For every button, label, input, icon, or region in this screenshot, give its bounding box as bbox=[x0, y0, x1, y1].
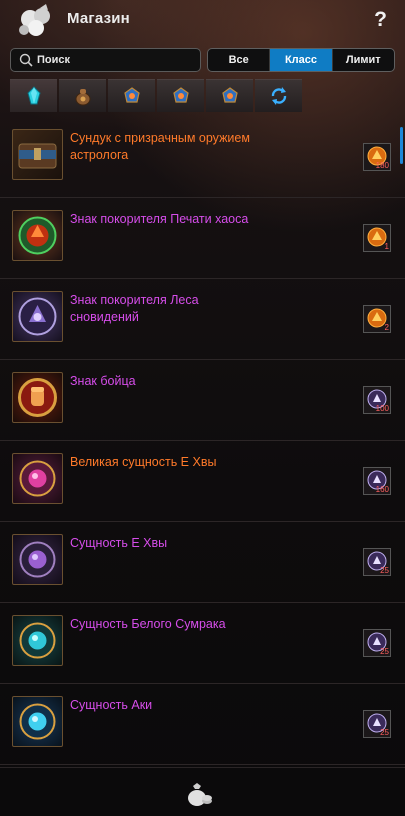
chest-icon bbox=[12, 129, 63, 180]
category-tab[interactable] bbox=[10, 79, 57, 112]
shop-logo-icon bbox=[19, 4, 50, 36]
item-list[interactable]: Сундук с призрачным оружием астролога 18… bbox=[0, 117, 405, 767]
scrollbar[interactable] bbox=[400, 127, 403, 164]
item-name: Знак покорителя Печати хаоса bbox=[70, 212, 249, 226]
list-item[interactable]: Знак бойца 100 bbox=[0, 360, 405, 441]
price-badge[interactable]: 2 bbox=[363, 305, 391, 333]
price-badge[interactable]: 160 bbox=[363, 467, 391, 495]
refresh-icon bbox=[271, 87, 286, 105]
list-item[interactable]: Сундук с призрачным оружием астролога 18… bbox=[0, 117, 405, 198]
price-amount: 25 bbox=[380, 566, 389, 575]
item-name: Сущность Белого Сумрака bbox=[70, 617, 226, 631]
price-badge[interactable]: 25 bbox=[363, 710, 391, 738]
category-tab[interactable] bbox=[59, 79, 106, 112]
aki-essence-icon bbox=[12, 696, 63, 747]
essence-icon bbox=[12, 534, 63, 585]
white-twilight-essence-icon bbox=[12, 615, 63, 666]
category-tab[interactable] bbox=[157, 79, 204, 112]
item-name: Сундук с призрачным оружием астролога bbox=[70, 131, 250, 162]
great-essence-icon bbox=[12, 453, 63, 504]
dream-forest-icon bbox=[12, 291, 63, 342]
price-badge[interactable]: 1 bbox=[363, 224, 391, 252]
list-item[interactable]: Знак покорителя Печати хаоса 1 bbox=[0, 198, 405, 279]
item-name: Великая сущность Е Хвы bbox=[70, 455, 217, 469]
filter-all-button[interactable]: Все bbox=[208, 49, 269, 71]
search-box[interactable] bbox=[10, 48, 201, 72]
filter-segmented-control: Все Класс Лимит bbox=[207, 48, 395, 72]
footer bbox=[0, 767, 405, 816]
item-name: Знак бойца bbox=[70, 374, 136, 388]
fist-icon bbox=[12, 372, 63, 423]
crystal-icon bbox=[26, 86, 41, 105]
item-name: Сущность Аки bbox=[70, 698, 153, 712]
price-badge[interactable]: 25 bbox=[363, 629, 391, 657]
list-item[interactable]: Сущность Аки 25 bbox=[0, 684, 405, 765]
price-amount: 2 bbox=[384, 323, 389, 332]
category-tab[interactable] bbox=[206, 79, 253, 112]
search-icon bbox=[19, 53, 33, 67]
price-badge[interactable]: 25 bbox=[363, 548, 391, 576]
list-item[interactable]: Сущность Е Хвы 25 bbox=[0, 522, 405, 603]
price-amount: 180 bbox=[375, 161, 389, 170]
price-amount: 25 bbox=[380, 728, 389, 737]
pouch-icon bbox=[75, 89, 90, 106]
item-name: Знак покорителя Леса сновидений bbox=[70, 293, 199, 324]
list-item[interactable]: Знак покорителя Леса сновидений 2 bbox=[0, 279, 405, 360]
price-amount: 1 bbox=[384, 242, 389, 251]
header: Магазин ? bbox=[0, 0, 405, 42]
list-item[interactable]: Великая сущность Е Хвы 160 bbox=[0, 441, 405, 522]
item-name: Сущность Е Хвы bbox=[70, 536, 168, 550]
category-tab[interactable] bbox=[255, 79, 302, 112]
help-button[interactable]: ? bbox=[374, 8, 387, 32]
chaos-seal-icon bbox=[12, 210, 63, 261]
price-badge[interactable]: 100 bbox=[363, 386, 391, 414]
emblem-icon bbox=[172, 87, 189, 103]
page-title: Магазин bbox=[67, 10, 130, 27]
filter-limit-button[interactable]: Лимит bbox=[331, 49, 394, 71]
emblem-icon bbox=[221, 87, 238, 103]
category-tabs bbox=[10, 79, 304, 112]
price-amount: 25 bbox=[380, 647, 389, 656]
price-amount: 100 bbox=[375, 404, 389, 413]
price-badge[interactable]: 180 bbox=[363, 143, 391, 171]
category-tab[interactable] bbox=[108, 79, 155, 112]
list-item[interactable]: Сущность Белого Сумрака 25 bbox=[0, 603, 405, 684]
price-amount: 160 bbox=[375, 485, 389, 494]
filter-class-button[interactable]: Класс bbox=[269, 49, 332, 71]
search-input[interactable] bbox=[37, 51, 195, 69]
money-bag-icon[interactable] bbox=[185, 783, 213, 807]
emblem-icon bbox=[123, 87, 140, 103]
